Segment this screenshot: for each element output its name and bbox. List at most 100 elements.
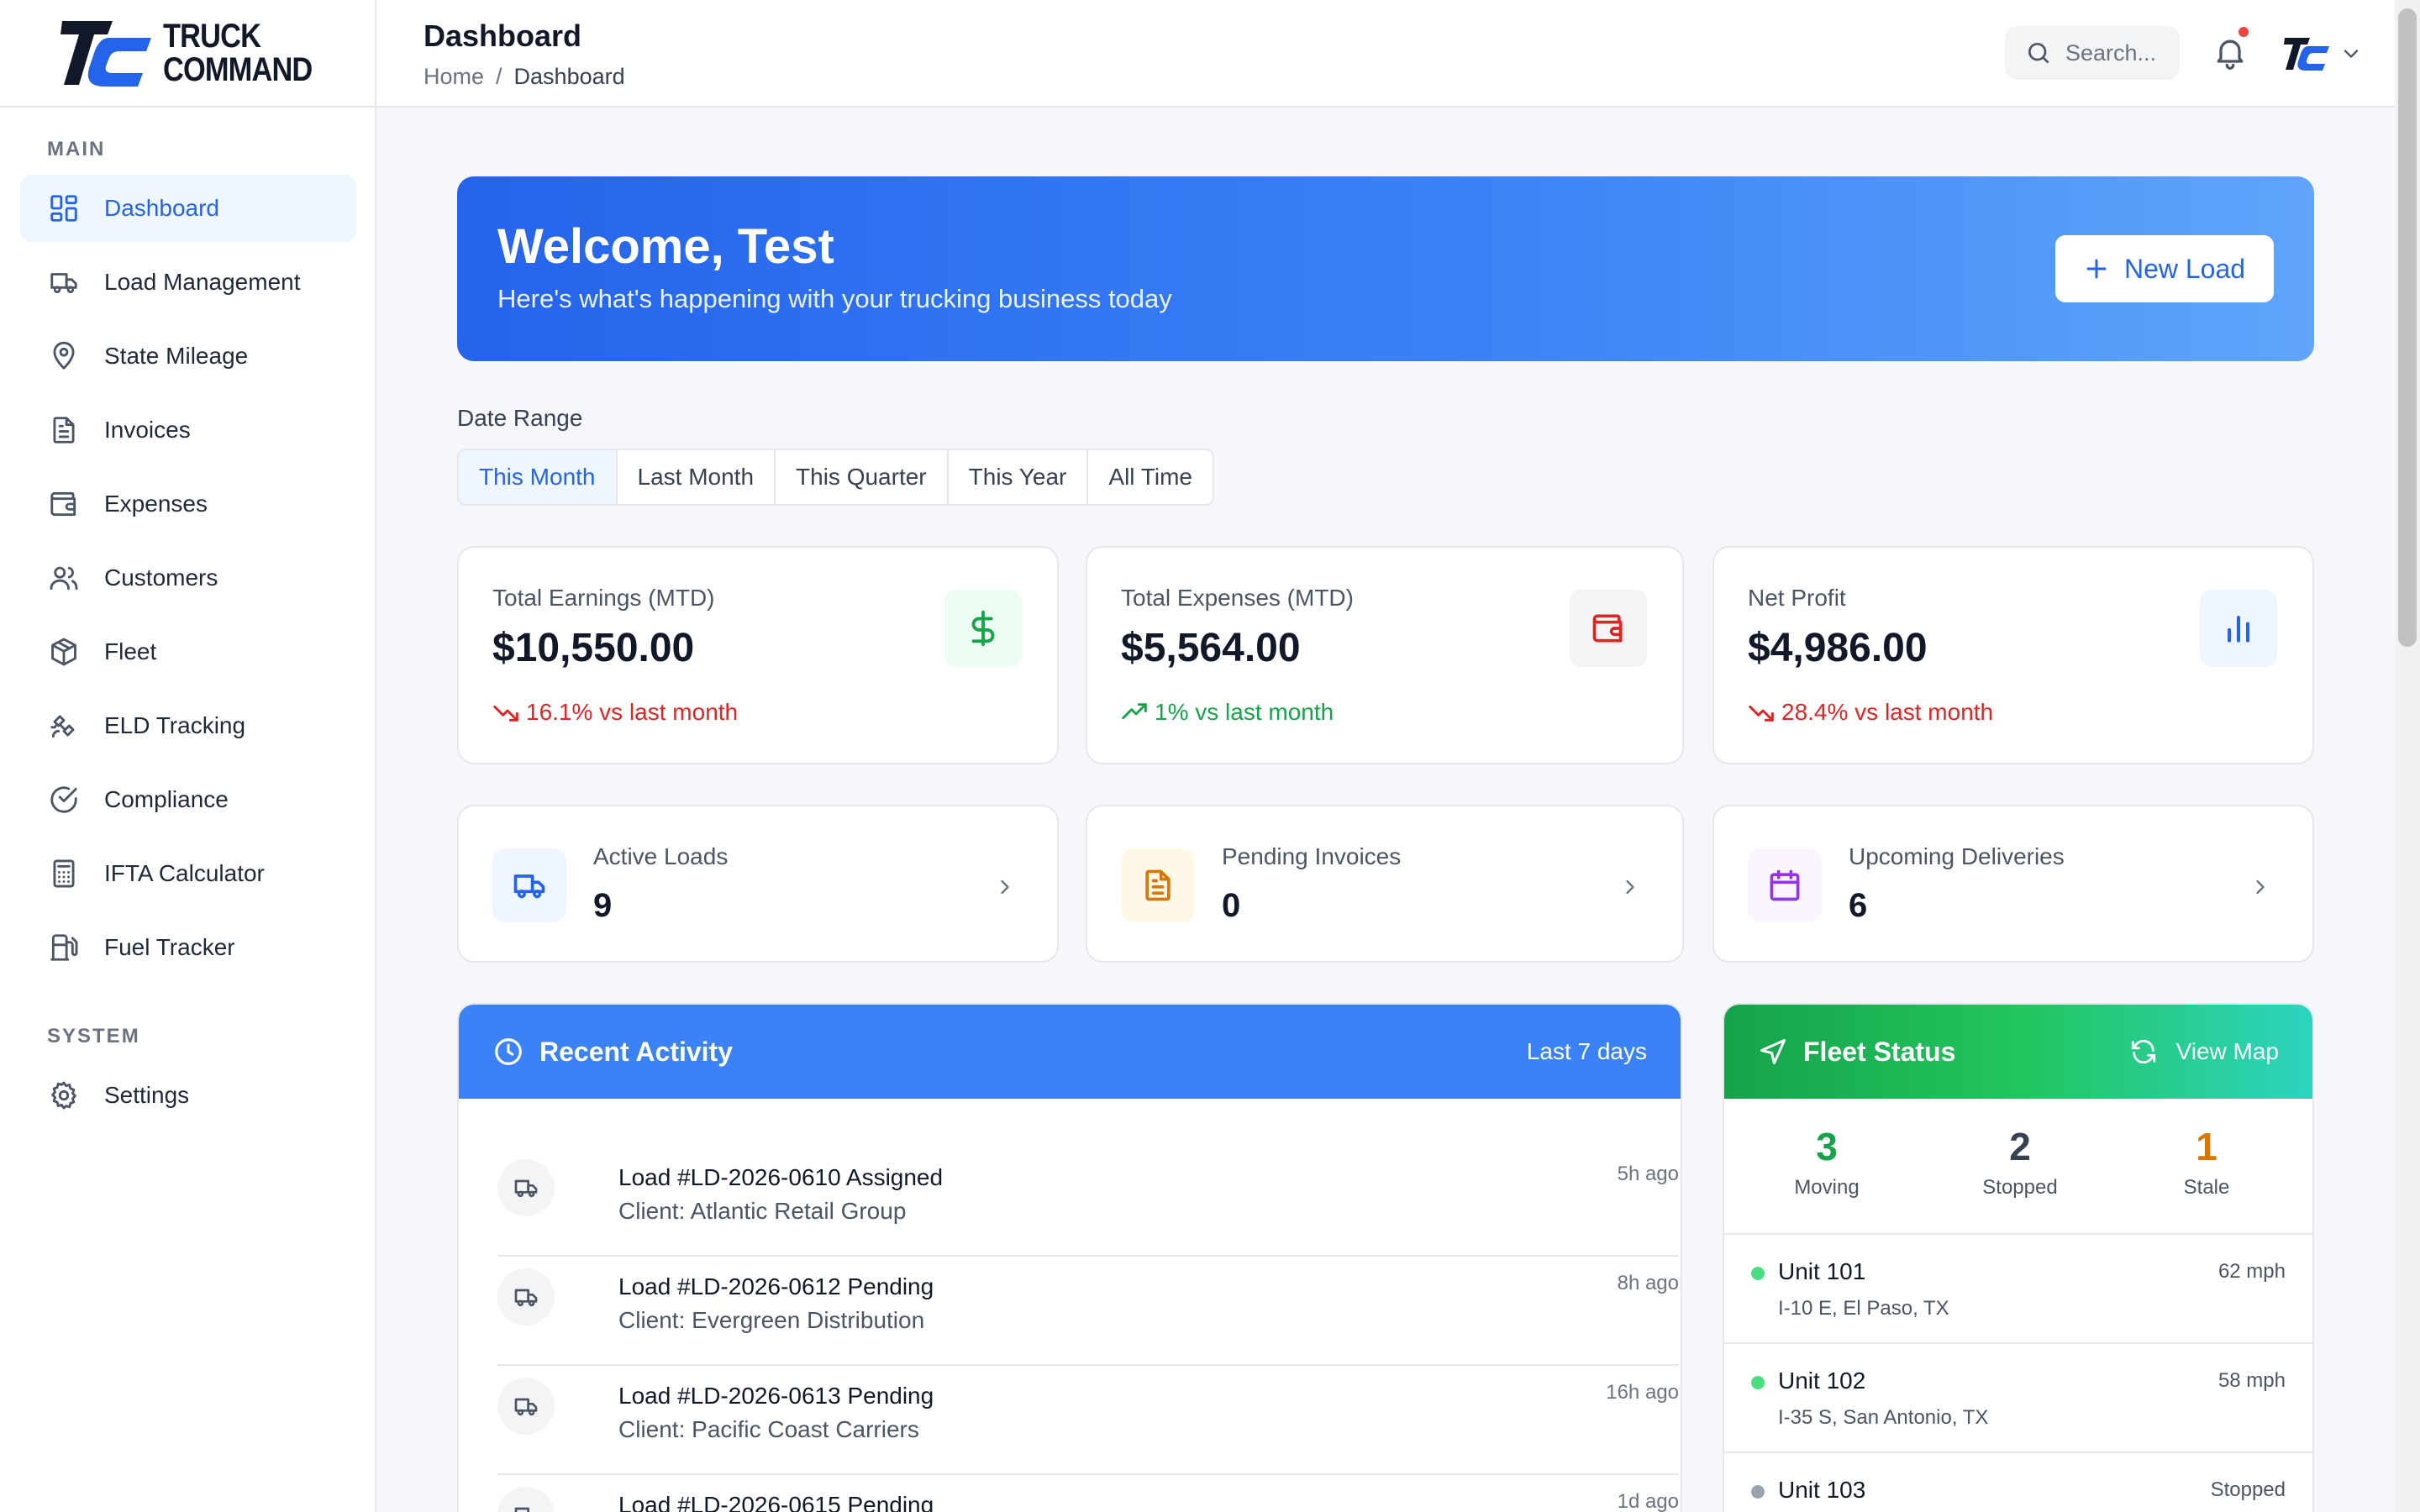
status-dot [1751, 1485, 1765, 1499]
stat-trend: 1% vs last month [1121, 699, 1334, 726]
stat-trend: 28.4% vs last month [1748, 699, 1993, 726]
trending-down-icon [1749, 705, 1774, 722]
unit-location: I-10 E, El Paso, TX [1778, 1297, 1949, 1320]
activity-time: 1d ago [1617, 1490, 1679, 1512]
file-text-icon [1121, 848, 1195, 922]
sidebar: TRUCK COMMAND MAIN Dashboard Load Manage… [0, 0, 376, 1512]
activity-item[interactable]: Load #LD-2026-0612 Pending Client: Everg… [497, 1257, 1679, 1366]
sidebar-item-compliance[interactable]: Compliance [20, 766, 356, 833]
breadcrumb-home[interactable]: Home [424, 64, 484, 90]
nav-section-system: SYSTEM [47, 1025, 140, 1047]
sidebar-item-label: Invoices [104, 417, 191, 443]
package-icon [47, 635, 81, 669]
sidebar-item-invoices[interactable]: Invoices [20, 396, 356, 464]
welcome-subtitle: Here's what's happening with your trucki… [497, 284, 1172, 313]
fleet-count-moving: 3 Moving [1794, 1125, 1860, 1199]
summary-value: 9 [593, 887, 613, 924]
fleet-count-stopped: 2 Stopped [1982, 1125, 2058, 1199]
fleet-counts: 3 Moving 2 Stopped 1 Stale [1724, 1099, 2312, 1230]
sidebar-item-ifta-calculator[interactable]: IFTA Calculator [20, 840, 356, 907]
sidebar-item-label: IFTA Calculator [104, 860, 265, 886]
view-map-button[interactable]: View Map [2129, 1037, 2279, 1066]
fleet-status-panel: Fleet Status View Map 3 Moving 2 Stopped… [1723, 1003, 2314, 1512]
tab-this-year[interactable]: This Year [949, 450, 1089, 504]
activity-title: Load #LD-2026-0615 Pending [618, 1492, 934, 1512]
bar-chart-icon [2200, 590, 2277, 667]
summary-value: 6 [1849, 887, 1868, 924]
sidebar-item-customers[interactable]: Customers [20, 544, 356, 612]
welcome-banner: Welcome, Test Here's what's happening wi… [457, 176, 2314, 361]
wallet-icon [1570, 590, 1647, 667]
tab-last-month[interactable]: Last Month [618, 450, 776, 504]
activity-time: 8h ago [1617, 1272, 1679, 1294]
sidebar-item-label: Fuel Tracker [104, 934, 235, 960]
summary-card-pending-invoices[interactable]: Pending Invoices 0 [1086, 805, 1684, 963]
summary-label: Active Loads [593, 843, 729, 869]
sidebar-item-state-mileage[interactable]: State Mileage [20, 323, 356, 390]
tab-all-time[interactable]: All Time [1088, 450, 1213, 504]
map-pin-icon [47, 339, 81, 373]
plus-icon [2086, 259, 2107, 279]
recent-activity-header: Recent Activity Last 7 days [459, 1005, 1681, 1099]
stat-trend: 16.1% vs last month [492, 699, 738, 726]
avatar[interactable] [2284, 30, 2331, 77]
fleet-status-title: Fleet Status [1803, 1036, 1956, 1067]
recent-activity-panel: Recent Activity Last 7 days Load #LD-202… [457, 1003, 1682, 1512]
recent-activity-title: Recent Activity [539, 1036, 733, 1067]
activity-item[interactable]: Load #LD-2026-0615 Pending 1d ago [497, 1475, 1679, 1512]
summary-card-active-loads[interactable]: Active Loads 9 [457, 805, 1059, 963]
truck-icon [497, 1378, 555, 1435]
fleet-unit-row[interactable]: Unit 101 I-10 E, El Paso, TX 62 mph [1724, 1233, 2312, 1342]
sidebar-item-expenses[interactable]: Expenses [20, 470, 356, 538]
activity-time: 16h ago [1606, 1381, 1679, 1404]
date-range-label: Date Range [457, 405, 583, 431]
breadcrumb-separator: / [496, 64, 502, 89]
logo[interactable]: TRUCK COMMAND [0, 0, 375, 108]
summary-label: Pending Invoices [1222, 843, 1402, 869]
date-range-tabs: This Month Last Month This Quarter This … [457, 449, 1214, 506]
tab-this-quarter[interactable]: This Quarter [776, 450, 949, 504]
chevron-right-icon [1626, 879, 1634, 895]
unit-name: Unit 103 [1778, 1477, 1866, 1503]
tab-this-month[interactable]: This Month [459, 450, 618, 504]
fleet-unit-row[interactable]: Unit 103 Stopped [1724, 1452, 2312, 1512]
sidebar-item-eld-tracking[interactable]: ELD Tracking [20, 692, 356, 759]
activity-client: Client: Evergreen Distribution [618, 1307, 925, 1333]
summary-value: 0 [1222, 887, 1241, 924]
dollar-icon [944, 590, 1022, 667]
chevron-right-icon [2256, 879, 2265, 895]
new-load-button[interactable]: New Load [2055, 235, 2274, 302]
truck-icon [497, 1159, 555, 1216]
activity-title: Load #LD-2026-0610 Assigned [618, 1164, 944, 1190]
sidebar-item-label: Fleet [104, 638, 157, 664]
file-text-icon [47, 413, 81, 447]
bell-icon[interactable] [2212, 34, 2249, 71]
grid-icon [47, 192, 81, 225]
users-icon [47, 561, 81, 595]
refresh-icon[interactable] [2129, 1037, 2158, 1066]
sidebar-item-load-management[interactable]: Load Management [20, 249, 356, 316]
notification-badge [2237, 25, 2250, 39]
activity-client: Client: Atlantic Retail Group [618, 1198, 907, 1224]
sidebar-item-fleet[interactable]: Fleet [20, 618, 356, 685]
search-input[interactable]: Search... [2005, 26, 2180, 80]
sidebar-item-label: Expenses [104, 491, 208, 517]
gear-icon [47, 1079, 81, 1112]
summary-card-upcoming-deliveries[interactable]: Upcoming Deliveries 6 [1712, 805, 2314, 963]
activity-item[interactable]: Load #LD-2026-0613 Pending Client: Pacif… [497, 1366, 1679, 1475]
page-title: Dashboard [424, 18, 582, 53]
activity-title: Load #LD-2026-0613 Pending [618, 1383, 934, 1409]
status-dot [1751, 1267, 1765, 1280]
sidebar-item-fuel-tracker[interactable]: Fuel Tracker [20, 914, 356, 981]
activity-item[interactable]: Load #LD-2026-0610 Assigned Client: Atla… [497, 1147, 1679, 1257]
sidebar-item-label: Settings [104, 1082, 190, 1108]
page-scrollbar[interactable] [2395, 0, 2420, 1512]
trending-up-icon [1122, 703, 1147, 720]
scrollbar-thumb[interactable] [2398, 8, 2417, 647]
sidebar-item-dashboard[interactable]: Dashboard [20, 175, 356, 242]
chevron-down-icon[interactable] [2339, 42, 2363, 66]
stat-value: $5,564.00 [1121, 626, 1301, 670]
sidebar-item-settings[interactable]: Settings [20, 1062, 356, 1129]
fleet-unit-row[interactable]: Unit 102 I-35 S, San Antonio, TX 58 mph [1724, 1342, 2312, 1452]
recent-activity-range[interactable]: Last 7 days [1527, 1038, 1647, 1065]
